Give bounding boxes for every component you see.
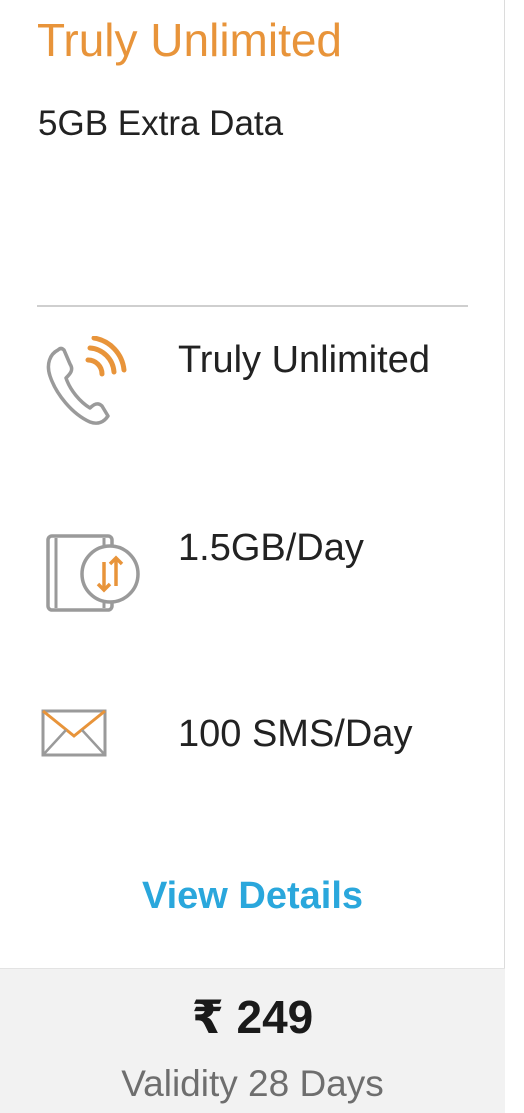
benefit-sms: 100 SMS/Day bbox=[0, 708, 505, 768]
plan-price: ₹ 249 bbox=[191, 991, 314, 1043]
benefit-calls-text: Truly Unlimited bbox=[178, 339, 430, 381]
benefit-sms-text: 100 SMS/Day bbox=[178, 713, 413, 755]
mobile-data-icon bbox=[40, 528, 140, 617]
price-footer[interactable]: ₹ 249 Validity 28 Days bbox=[0, 968, 505, 1113]
phone-call-icon bbox=[40, 335, 130, 436]
divider bbox=[37, 305, 468, 307]
plan-title: Truly Unlimited bbox=[37, 14, 343, 66]
view-details-link[interactable]: View Details bbox=[0, 874, 505, 920]
envelope-icon bbox=[40, 708, 108, 765]
plan-subtitle: 5GB Extra Data bbox=[38, 104, 284, 143]
benefit-data-text: 1.5GB/Day bbox=[178, 527, 364, 569]
plan-validity: Validity 28 Days bbox=[121, 1063, 384, 1104]
plan-card[interactable]: Truly Unlimited 5GB Extra Data Truly Unl… bbox=[0, 0, 505, 1113]
benefit-calls: Truly Unlimited bbox=[0, 335, 505, 436]
benefit-data: 1.5GB/Day bbox=[0, 524, 505, 614]
